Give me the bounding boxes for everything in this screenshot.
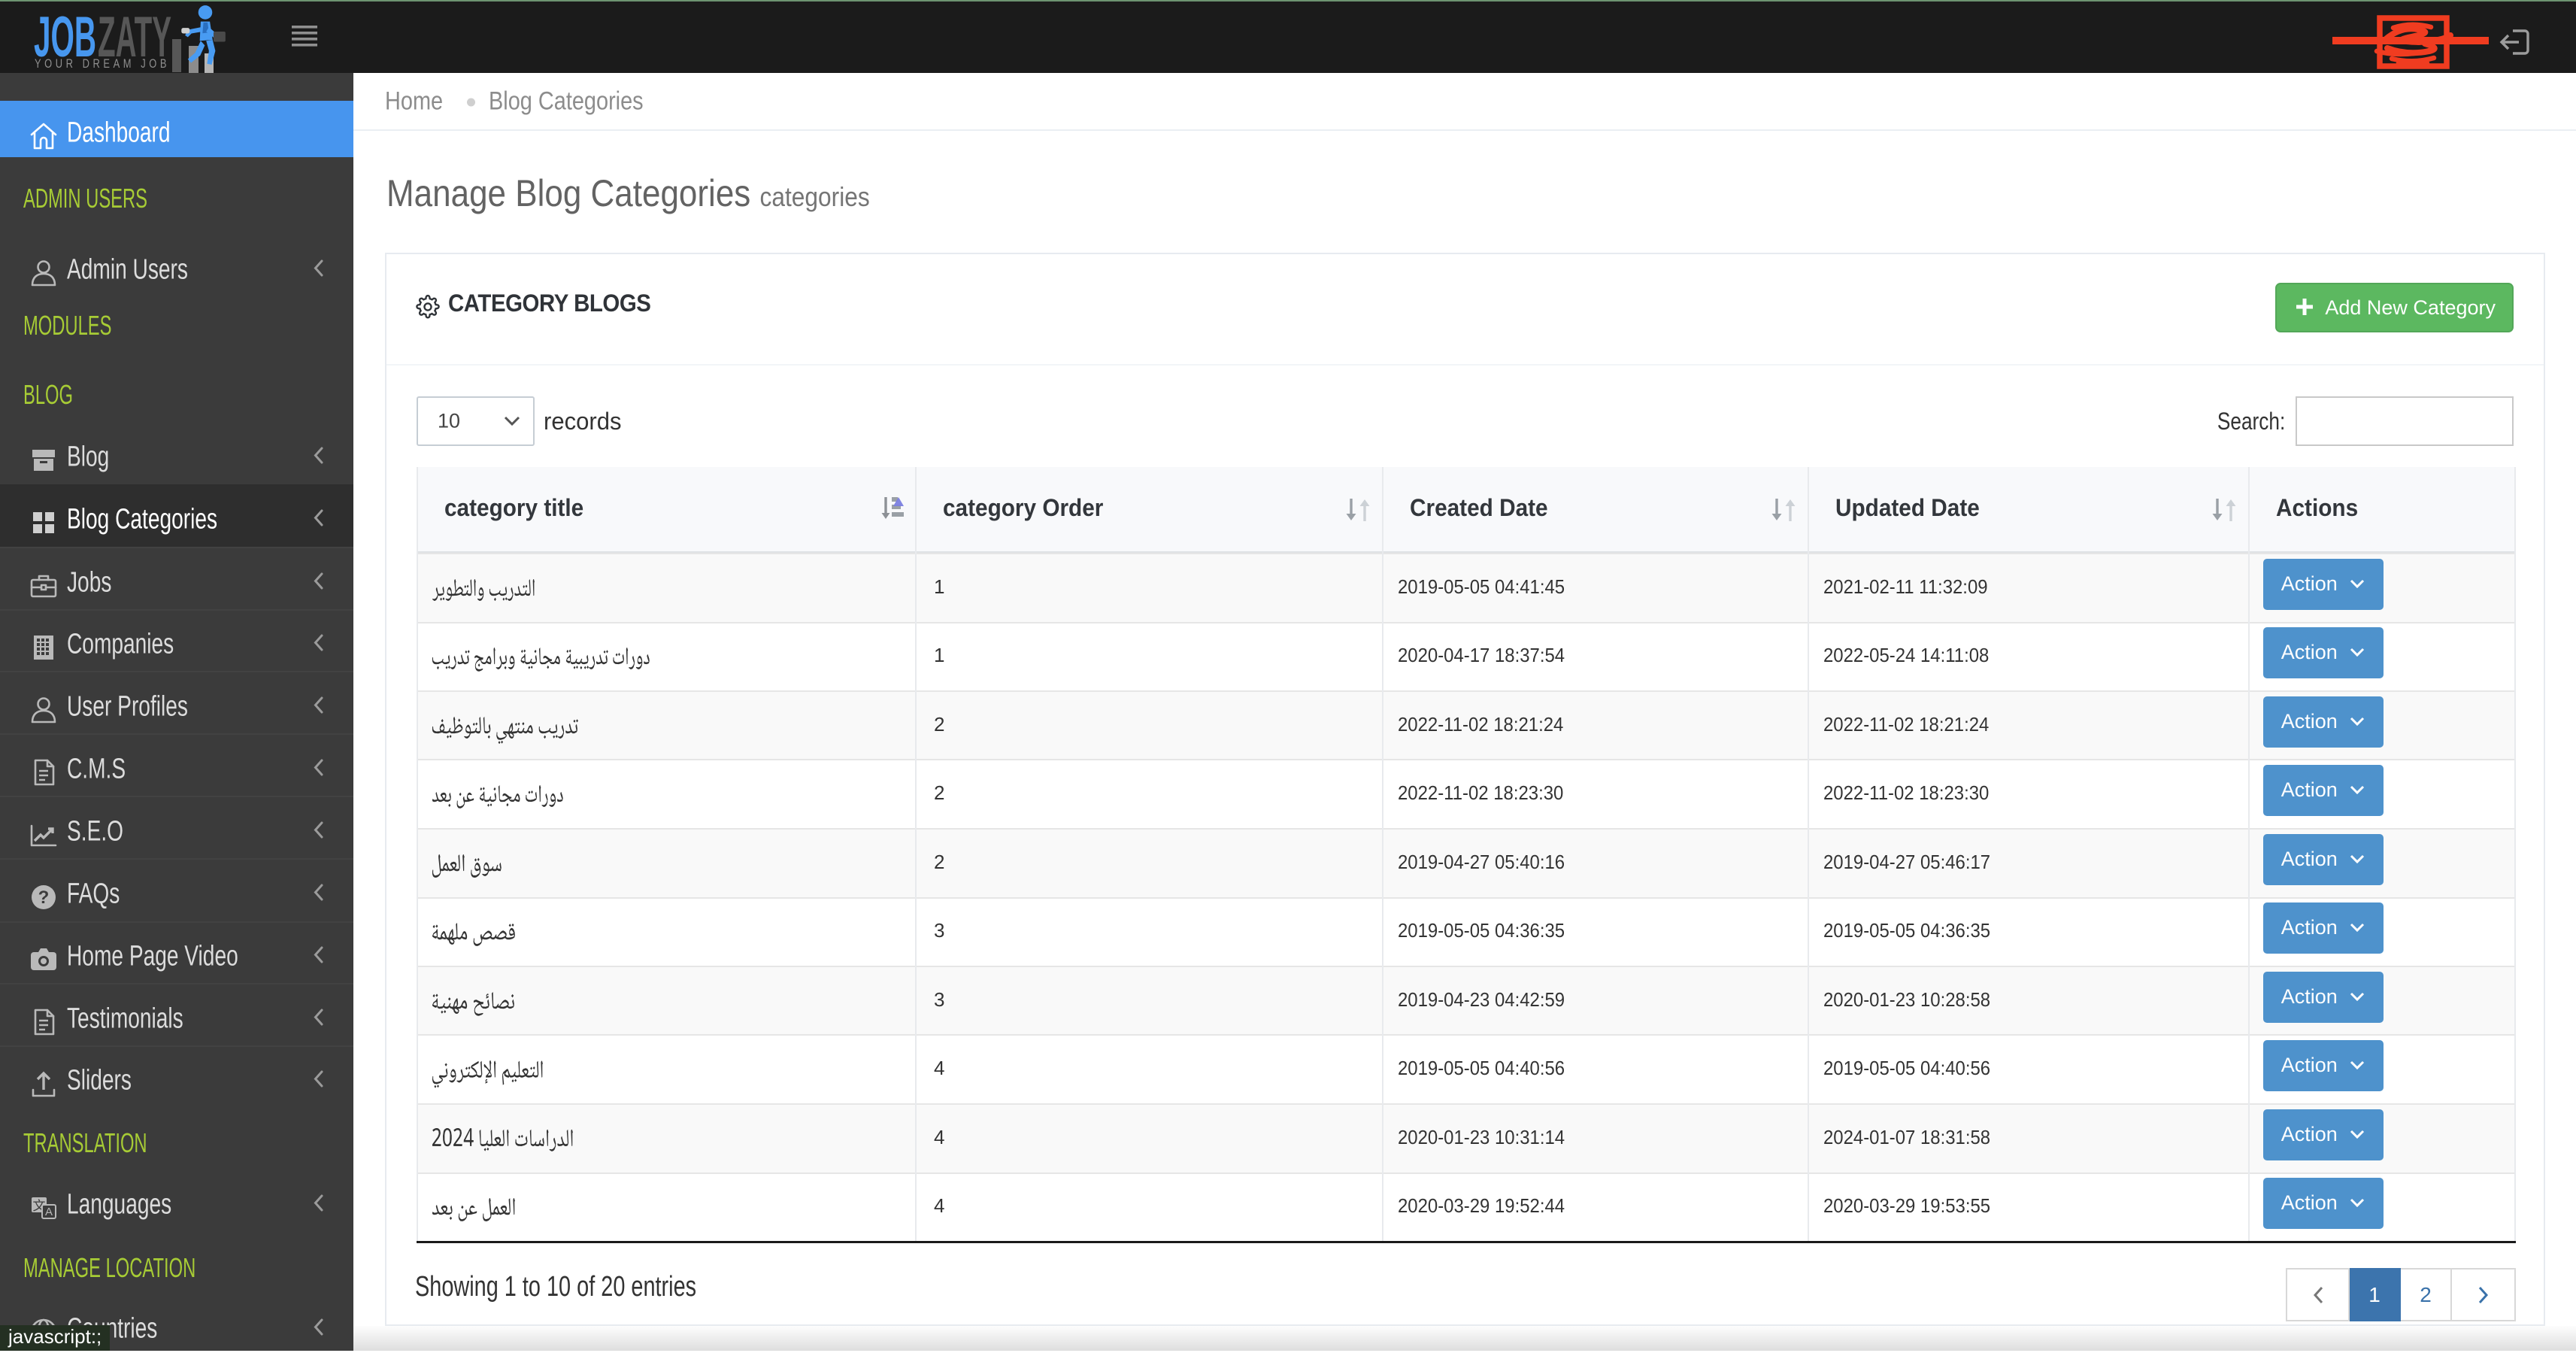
svg-text:YOUR DREAM JOB: YOUR DREAM JOB — [35, 56, 170, 71]
svg-text:?: ? — [38, 887, 50, 908]
svg-text:A: A — [45, 1206, 53, 1218]
